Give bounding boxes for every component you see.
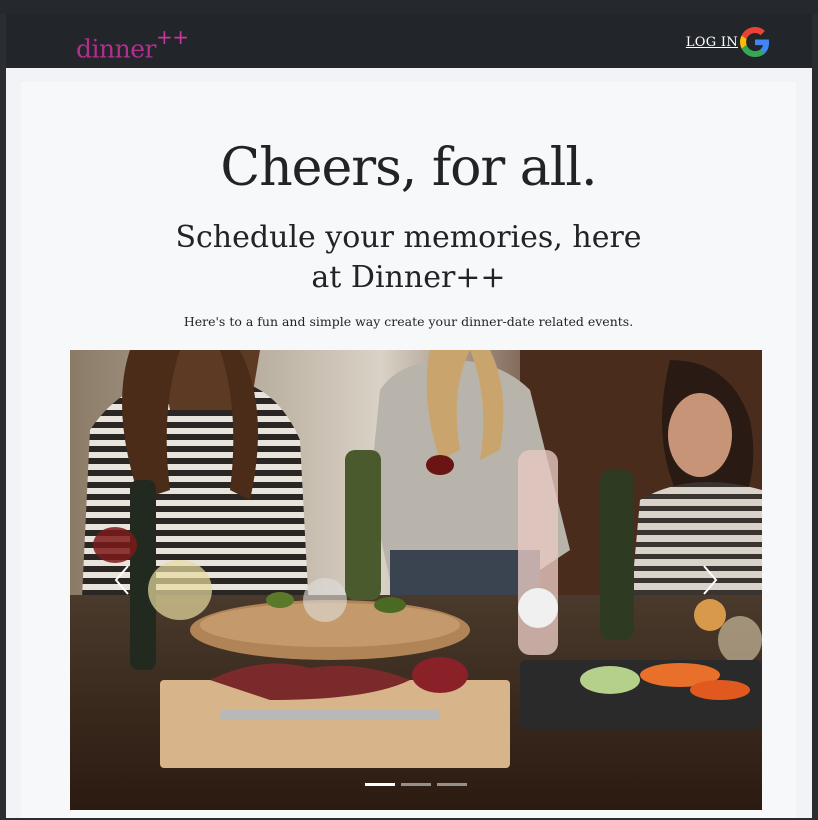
google-icon[interactable]: [740, 27, 770, 57]
carousel-indicator[interactable]: [437, 783, 467, 786]
hero-tagline: Here's to a fun and simple way create yo…: [183, 314, 634, 329]
brand-name: dinner: [76, 34, 156, 64]
hero-section: Cheers, for all. Schedule your memories,…: [21, 82, 796, 818]
hero-headline: Cheers, for all.: [220, 138, 597, 198]
carousel-indicator[interactable]: [365, 783, 395, 786]
hero-subhead-line1: Schedule your memories, here: [175, 220, 642, 255]
login-label[interactable]: LOG IN: [686, 35, 738, 50]
hero-subhead: Schedule your memories, here at Dinner++: [21, 218, 796, 298]
image-carousel[interactable]: [70, 350, 762, 810]
brand-logo[interactable]: dinner++: [76, 24, 189, 66]
chevron-left-icon[interactable]: [108, 562, 138, 598]
carousel-photo: [70, 350, 762, 810]
carousel-indicator[interactable]: [401, 783, 431, 786]
navbar: dinner++ LOG IN: [6, 14, 812, 68]
login-link[interactable]: LOG IN: [686, 27, 770, 57]
browser-top-strip: [0, 0, 818, 14]
main-frame: Cheers, for all. Schedule your memories,…: [6, 68, 812, 818]
hero-subhead-line2: at Dinner++: [311, 260, 506, 295]
brand-suffix: ++: [155, 25, 189, 49]
carousel-indicators: [70, 783, 762, 786]
chevron-right-icon[interactable]: [694, 562, 724, 598]
